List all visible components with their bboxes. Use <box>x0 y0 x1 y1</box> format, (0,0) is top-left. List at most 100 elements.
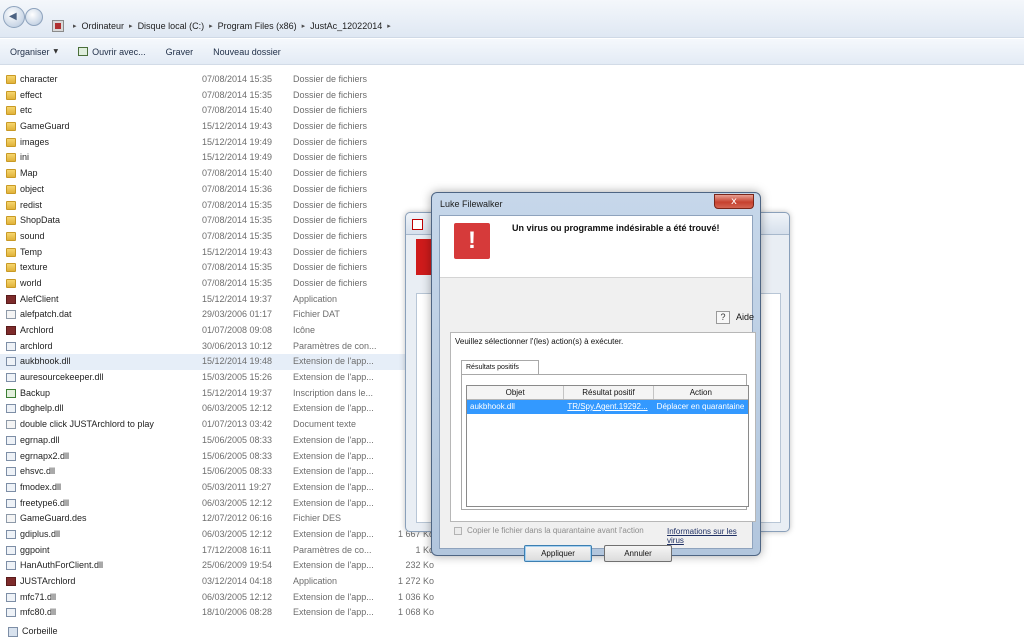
file-list: character 07/08/2014 15:35 Dossier de fich… <box>0 72 440 621</box>
breadcrumb[interactable]: ▸ Ordinateur ▸ Disque local (C:) ▸ Progr… <box>52 16 391 36</box>
file-row[interactable]: aukbhook.dll 15/12/2014 19:48 Extension de… <box>0 354 440 371</box>
file-icon <box>6 592 16 602</box>
folder-icon <box>6 169 16 179</box>
file-row[interactable]: world 07/08/2014 15:35 Dossier de fichiers <box>0 276 440 292</box>
file-icon <box>6 577 16 586</box>
file-row[interactable]: redist 07/08/2014 15:35 Dossier de fichier… <box>0 198 440 214</box>
column-result[interactable]: Résultat positif <box>564 386 654 399</box>
apply-button[interactable]: Appliquer <box>524 545 592 562</box>
file-type: Dossier de fichiers <box>293 230 368 241</box>
burn-label: Graver <box>165 46 194 57</box>
organiser-menu[interactable]: Organiser ▼ <box>0 47 68 57</box>
file-row[interactable]: dbghelp.dll 06/03/2005 12:12 Extension de … <box>0 401 440 417</box>
file-row[interactable]: Backup 15/12/2014 19:37 Inscription dans l… <box>0 386 440 402</box>
breadcrumb-program-files[interactable]: Program Files (x86) <box>218 21 297 31</box>
file-row[interactable]: GameGuard.des 12/07/2012 06:16 Fichier DES <box>0 511 440 527</box>
command-bar: Organiser ▼ Ouvrir avec... Graver Nouvea… <box>0 39 1024 65</box>
file-row[interactable]: HanAuthForClient.dll 25/06/2009 19:54 Exte… <box>0 558 440 574</box>
quarantine-copy-checkbox[interactable] <box>454 526 462 535</box>
chevron-right-icon[interactable]: ▸ <box>209 22 213 30</box>
forward-button[interactable] <box>25 8 43 26</box>
file-date: 12/07/2012 06:16 <box>202 513 273 524</box>
file-row[interactable]: object 07/08/2014 15:36 Dossier de fichier… <box>0 182 440 198</box>
file-name: egrnapx2.dll <box>20 450 70 461</box>
file-row[interactable]: GameGuard 15/12/2014 19:43 Dossier de fich… <box>0 119 440 135</box>
back-button[interactable]: ◀ <box>3 6 25 28</box>
file-name: Temp <box>20 246 43 257</box>
file-row[interactable]: mfc71.dll 06/03/2005 12:12 Extension de l'… <box>0 590 440 606</box>
file-row[interactable]: ggpoint 17/12/2008 16:11 Paramètres de co.… <box>0 543 440 559</box>
close-button[interactable]: x <box>714 194 754 209</box>
file-date: 06/03/2005 12:12 <box>202 497 273 508</box>
file-size: 232 Ko <box>405 560 434 571</box>
file-icon <box>6 357 16 367</box>
file-icon <box>6 404 16 414</box>
file-row[interactable]: AlefClient 15/12/2014 19:37 Application <box>0 292 440 308</box>
new-folder-button[interactable]: Nouveau dossier <box>203 47 291 57</box>
file-icon <box>6 420 16 430</box>
chevron-right-icon[interactable]: ▸ <box>73 22 77 30</box>
file-row[interactable]: egrnapx2.dll 15/06/2005 08:33 Extension de… <box>0 449 440 465</box>
file-row[interactable]: freetype6.dll 06/03/2005 12:12 Extension d… <box>0 496 440 512</box>
file-size: 1 272 Ko <box>397 576 434 586</box>
file-name: aukbhook.dll <box>20 356 71 367</box>
tab-results[interactable]: Résultats positifs <box>461 360 539 375</box>
file-row[interactable]: etc 07/08/2014 15:40 Dossier de fichiers <box>0 103 440 119</box>
file-row[interactable]: gdiplus.dll 06/03/2005 12:12 Extension de … <box>0 527 440 543</box>
file-row[interactable]: Map 07/08/2014 15:40 Dossier de fichiers <box>0 166 440 182</box>
cell-action[interactable]: Déplacer en quarantaine <box>654 400 748 414</box>
file-row[interactable]: effect 07/08/2014 15:35 Dossier de fichier… <box>0 88 440 104</box>
file-row[interactable]: ehsvc.dll 15/06/2005 08:33 Extension de l'… <box>0 464 440 480</box>
file-type: Dossier de fichiers <box>293 262 368 273</box>
file-name: JUSTArchlord <box>20 576 76 586</box>
file-type: Application <box>293 293 338 304</box>
column-action[interactable]: Action <box>654 386 748 399</box>
file-name: Map <box>20 168 38 179</box>
chevron-right-icon[interactable]: ▸ <box>387 22 391 30</box>
breadcrumb-justac[interactable]: JustAc_12022014 <box>310 21 382 31</box>
burn-button[interactable]: Graver <box>156 47 204 57</box>
file-date: 07/08/2014 15:35 <box>202 215 273 226</box>
file-row[interactable]: auresourcekeeper.dll 15/03/2005 15:26 Exte… <box>0 370 440 386</box>
file-date: 15/06/2005 08:33 <box>202 466 273 477</box>
open-with-button[interactable]: Ouvrir avec... <box>68 47 156 57</box>
quarantine-copy-label: Copier le fichier dans la quarantaine av… <box>467 526 644 535</box>
chevron-right-icon[interactable]: ▸ <box>129 22 133 30</box>
file-row[interactable]: fmodex.dll 05/03/2011 19:27 Extension de l… <box>0 480 440 496</box>
file-row[interactable]: double click JUSTArchlord to play 01/07/2… <box>0 417 440 433</box>
file-row[interactable]: egrnap.dll 15/06/2005 08:33 Extension de l… <box>0 433 440 449</box>
cancel-button[interactable]: Annuler <box>604 545 672 562</box>
file-row[interactable]: character 07/08/2014 15:35 Dossier de fich… <box>0 72 440 88</box>
folder-icon <box>6 216 16 226</box>
dialog-title: Luke Filewalker <box>440 199 503 209</box>
file-type: Extension de l'app... <box>293 356 374 367</box>
help-label[interactable]: Aide <box>736 312 754 322</box>
file-name: sound <box>20 230 45 241</box>
file-date: 15/12/2014 19:43 <box>202 246 273 257</box>
file-row[interactable]: Archlord 01/07/2008 09:08 Icône <box>0 323 440 339</box>
file-row[interactable]: ShopData 07/08/2014 15:35 Dossier de fichi… <box>0 213 440 229</box>
cell-result-link[interactable]: TR/Spy.Agent.19292... <box>564 400 653 414</box>
breadcrumb-disque[interactable]: Disque local (C:) <box>138 21 205 31</box>
folder-icon <box>6 247 16 257</box>
recycle-bin-label[interactable]: Corbeille <box>22 626 58 636</box>
file-row[interactable]: sound 07/08/2014 15:35 Dossier de fichiers <box>0 229 440 245</box>
help-button[interactable]: ? <box>716 311 730 324</box>
chevron-right-icon[interactable]: ▸ <box>302 22 306 30</box>
file-date: 07/08/2014 15:35 <box>202 262 273 273</box>
table-row[interactable]: aukbhook.dll TR/Spy.Agent.19292... Dépla… <box>467 400 748 414</box>
file-date: 15/12/2014 19:37 <box>202 293 273 304</box>
file-name: auresourcekeeper.dll <box>20 372 104 383</box>
breadcrumb-ordinateur[interactable]: Ordinateur <box>82 21 125 31</box>
file-row[interactable]: archlord 30/06/2013 10:12 Paramètres de co… <box>0 339 440 355</box>
file-row[interactable]: images 15/12/2014 19:49 Dossier de fichier… <box>0 135 440 151</box>
file-date: 07/08/2014 15:35 <box>202 89 273 100</box>
file-row[interactable]: mfc80.dll 18/10/2006 08:28 Extension de l'… <box>0 605 440 621</box>
file-row[interactable]: alefpatch.dat 29/03/2006 01:17 Fichier DAT <box>0 307 440 323</box>
column-object[interactable]: Objet <box>467 386 565 399</box>
file-row[interactable]: JUSTArchlord 03/12/2014 04:18 Application 1… <box>0 574 440 590</box>
virus-info-link[interactable]: Informations sur les virus <box>667 527 752 545</box>
file-row[interactable]: texture 07/08/2014 15:35 Dossier de fichie… <box>0 260 440 276</box>
file-row[interactable]: ini 15/12/2014 19:49 Dossier de fichiers <box>0 150 440 166</box>
file-row[interactable]: Temp 15/12/2014 19:43 Dossier de fichiers <box>0 245 440 261</box>
